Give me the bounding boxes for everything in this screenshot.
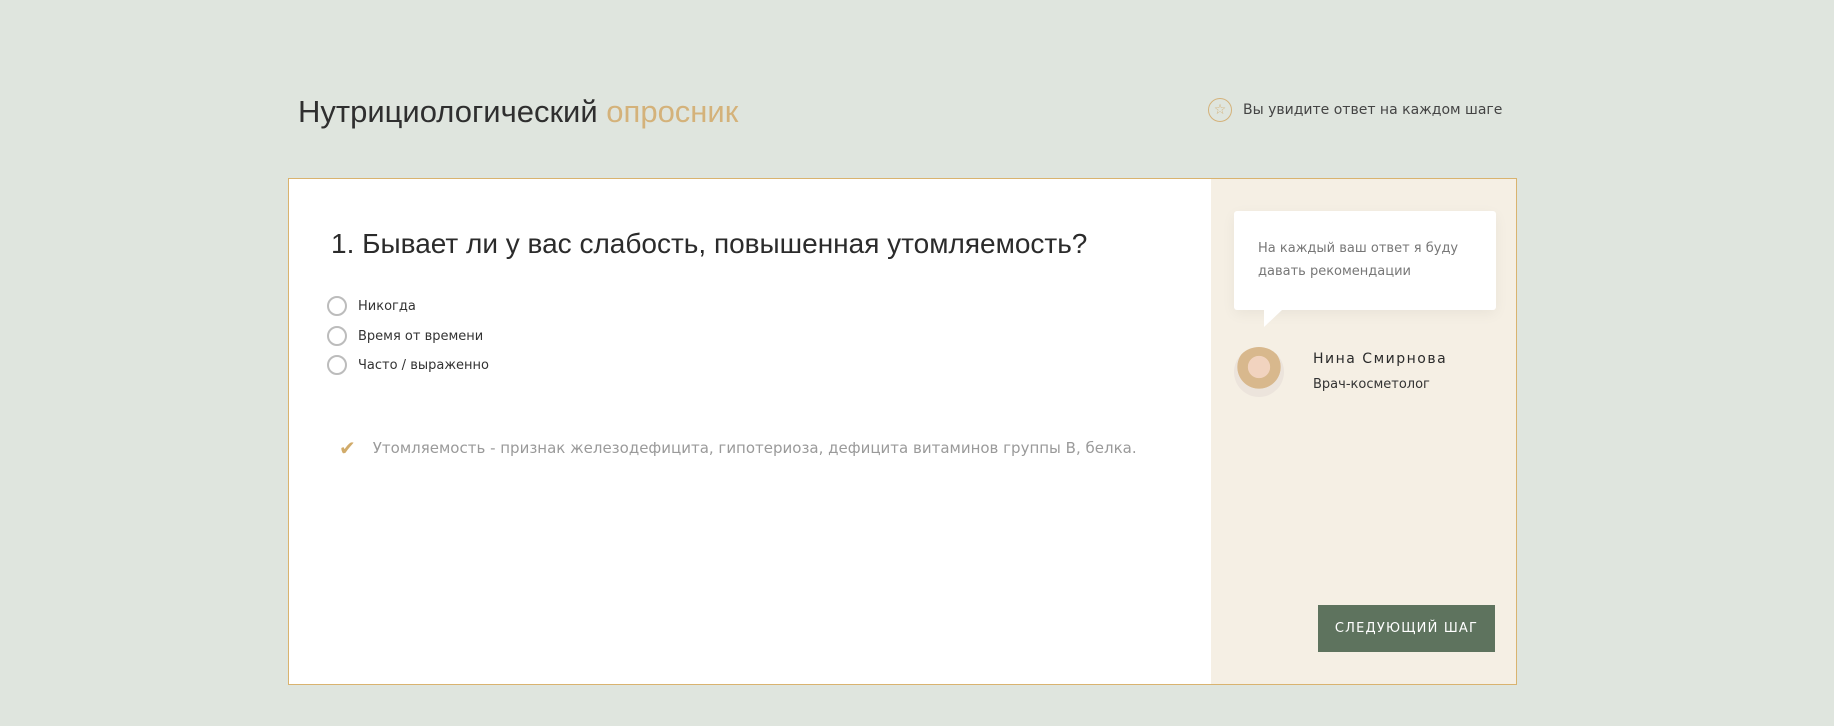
answer-hint: ✔ Утомляемость - признак железодефицита,… [339,436,1137,460]
expert-panel: На каждый ваш ответ я буду давать рекоме… [1211,179,1516,684]
header-note-text: Вы увидите ответ на каждом шаге [1243,102,1503,118]
next-step-button[interactable]: СЛЕДУЮЩИЙ ШАГ [1318,605,1495,652]
check-icon: ✔ [339,436,356,460]
radio-button[interactable] [327,326,347,346]
option-sometimes[interactable]: Время от времени [327,326,483,346]
option-never[interactable]: Никогда [327,296,416,316]
header-note: ☆ Вы увидите ответ на каждом шаге [1208,98,1502,122]
title-main: Нутрициологический [298,94,598,129]
question-title: 1. Бывает ли у вас слабость, повышенная … [331,228,1088,259]
title-accent: опросник [606,94,739,129]
avatar [1234,347,1284,397]
radio-button[interactable] [327,355,347,375]
option-often[interactable]: Часто / выраженно [327,355,489,375]
option-label: Никогда [358,298,416,314]
page-title: Нутрициологический опросник [298,94,738,130]
radio-button[interactable] [327,296,347,316]
expert-name: Нина Смирнова [1313,351,1448,367]
option-label: Время от времени [358,328,484,344]
speech-bubble: На каждый ваш ответ я буду давать рекоме… [1234,211,1496,327]
quiz-card: 1. Бывает ли у вас слабость, повышенная … [288,178,1517,685]
hint-text: Утомляемость - признак железодефицита, г… [372,439,1137,457]
expert-role: Врач-косметолог [1313,377,1430,392]
option-label: Часто / выраженно [358,357,490,373]
star-icon: ☆ [1208,98,1232,122]
